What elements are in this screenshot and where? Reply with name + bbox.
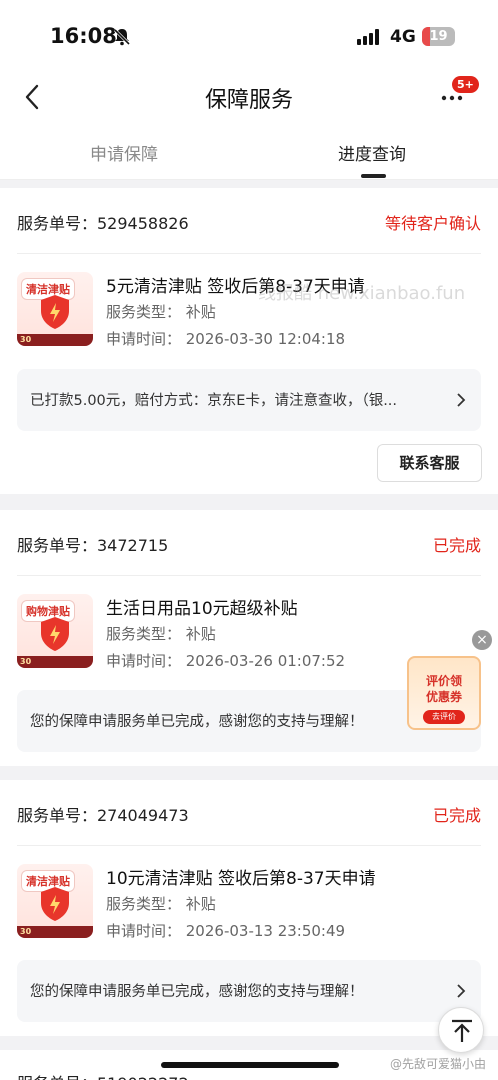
tab-progress[interactable]: 进度查询 xyxy=(338,140,406,165)
thumb-footer: 30 xyxy=(17,926,93,938)
progress-message[interactable]: 已打款5.00元，赔付方式：京东E卡，请注意查收，（银... xyxy=(17,369,481,431)
signal-icon xyxy=(357,29,379,45)
chevron-right-icon xyxy=(457,984,466,998)
item-title: 生活日用品10元超级补贴 xyxy=(106,599,298,619)
progress-message[interactable]: 您的保障申请服务单已完成，感谢您的支持与理解！ xyxy=(17,960,481,1022)
progress-message-text: 您的保障申请服务单已完成，感谢您的支持与理解！ xyxy=(30,714,364,730)
tab-apply[interactable]: 申请保障 xyxy=(90,140,158,165)
item-title: 10元清洁津贴 签收后第8-37天申请 xyxy=(106,869,376,889)
service-type: 服务类型： 补贴 xyxy=(106,303,216,321)
home-indicator xyxy=(161,1062,339,1068)
back-to-top-button[interactable] xyxy=(438,1007,484,1053)
network-type: 4G xyxy=(390,27,416,47)
bell-muted-icon xyxy=(113,28,131,46)
product-thumbnail: 清洁津贴 30 xyxy=(17,272,93,346)
service-type: 服务类型： 补贴 xyxy=(106,895,216,913)
order-card[interactable]: 服务单号：529458826 等待客户确认 清洁津贴 30 5元清洁津贴 签收后… xyxy=(0,188,498,494)
watermark: 线报酷 new.xianbao.fun xyxy=(258,283,466,304)
progress-message-text: 已打款5.00元，赔付方式：京东E卡，请注意查收，（银... xyxy=(30,393,398,409)
thumb-footer: 30 xyxy=(17,656,93,668)
order-status: 已完成 xyxy=(432,536,481,555)
status-time: 16:08 xyxy=(50,24,117,48)
product-thumbnail: 清洁津贴 30 xyxy=(17,864,93,938)
page-title: 保障服务 xyxy=(204,88,293,113)
tab-active-indicator xyxy=(361,174,386,178)
arrow-up-icon xyxy=(452,1019,472,1042)
coupon-body: 评价领 优惠券 去评价 xyxy=(407,656,481,730)
product-thumbnail: 购物津贴 30 xyxy=(17,594,93,668)
coupon-line1: 评价领 xyxy=(425,674,462,688)
contact-service-button[interactable]: 联系客服 xyxy=(377,444,482,482)
order-header: 服务单号：529458826 等待客户确认 xyxy=(17,188,481,254)
navbar: 保障服务 5+ xyxy=(0,70,498,124)
progress-message-text: 您的保障申请服务单已完成，感谢您的支持与理解！ xyxy=(30,984,364,1000)
apply-time: 申请时间： 2026-03-13 23:50:49 xyxy=(106,922,346,940)
service-type: 服务类型： 补贴 xyxy=(106,625,216,643)
tab-bar: 申请保障 进度查询 xyxy=(0,124,498,180)
order-number: 服务单号：519022272 xyxy=(17,1070,189,1080)
apply-time: 申请时间： 2026-03-30 12:04:18 xyxy=(106,330,346,348)
notification-badge: 5+ xyxy=(452,76,479,93)
coupon-line2: 优惠券 xyxy=(425,690,462,704)
order-header: 服务单号：3472715 已完成 xyxy=(17,510,481,576)
shield-icon xyxy=(41,295,69,329)
order-card[interactable]: 服务单号：274049473 已完成 清洁津贴 30 10元清洁津贴 签收后第8… xyxy=(0,780,498,1036)
status-bar: 16:08 4G 19 xyxy=(0,0,498,70)
coupon-button: 去评价 xyxy=(423,710,465,724)
bottom-watermark: @先敌可爱猫小由 xyxy=(390,1057,487,1071)
order-status: 等待客户确认 xyxy=(384,214,481,233)
shield-icon xyxy=(41,617,69,651)
order-number: 服务单号：529458826 xyxy=(17,214,189,233)
order-status: 已完成 xyxy=(432,806,481,825)
order-header: 服务单号：274049473 已完成 xyxy=(17,780,481,846)
order-number: 服务单号：3472715 xyxy=(17,536,169,555)
shield-icon xyxy=(41,887,69,921)
battery-icon: 19 xyxy=(422,27,455,46)
order-number: 服务单号：274049473 xyxy=(17,806,189,825)
thumb-footer: 30 xyxy=(17,334,93,346)
review-coupon-widget[interactable]: 评价领 优惠券 去评价 xyxy=(407,646,481,730)
battery-level: 19 xyxy=(429,29,448,44)
apply-time: 申请时间： 2026-03-26 01:07:52 xyxy=(106,652,346,670)
chevron-right-icon xyxy=(457,393,466,407)
